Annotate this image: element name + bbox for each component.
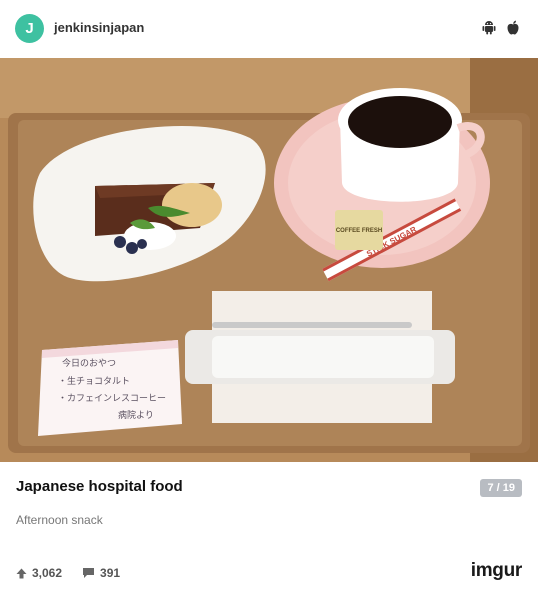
points-count: 3,062 (32, 566, 63, 580)
points-stat[interactable]: 3,062 (16, 566, 62, 580)
image-counter-badge: 7 / 19 (480, 479, 522, 497)
upvote-arrow-icon (16, 568, 27, 578)
post-card: J jenkinsinjapan STICK SUGAR COFFEE FRES… (0, 0, 538, 598)
apple-icon[interactable] (506, 20, 520, 35)
post-title: Japanese hospital food (16, 478, 183, 495)
avatar[interactable]: J (15, 14, 44, 43)
card-line: 病院より (118, 409, 154, 421)
card-line: ・生チョコタルト (58, 375, 130, 387)
message-card: 今日のおやつ ・生チョコタルト ・カフェインレスコーヒー 病院より (38, 340, 182, 436)
imgur-logo[interactable]: imgur (471, 560, 523, 582)
creamer-label: COFFEE FRESH (336, 228, 382, 234)
comments-count: 391 (100, 566, 121, 580)
napkin-and-fork (185, 291, 455, 423)
post-description: Afternoon snack (16, 513, 103, 527)
post-header: J jenkinsinjapan (0, 0, 538, 58)
card-line: 今日のおやつ (62, 357, 116, 369)
platform-icons (482, 20, 520, 35)
card-line: ・カフェインレスコーヒー (58, 393, 166, 404)
username-link[interactable]: jenkinsinjapan (54, 20, 144, 35)
post-image[interactable]: STICK SUGAR COFFEE FRESH 今日のおやつ ・生チョコタルト (0, 58, 538, 462)
android-icon[interactable] (482, 20, 496, 35)
comments-stat[interactable]: 391 (82, 566, 120, 580)
comment-bubble-icon (83, 568, 95, 578)
post-stats: 3,062 391 (16, 566, 140, 580)
